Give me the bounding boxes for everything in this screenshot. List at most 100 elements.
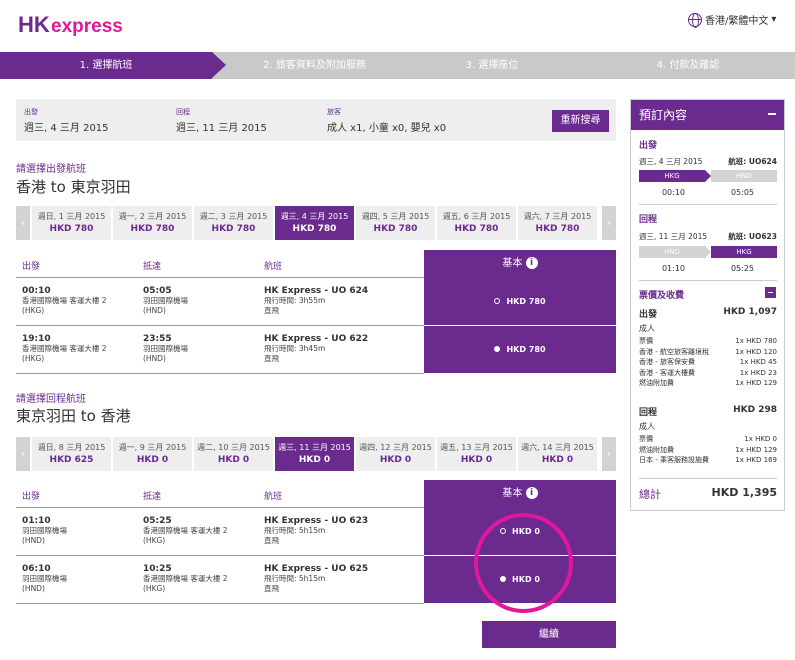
arr-time: 05:25 xyxy=(143,516,172,526)
date-price: HKD 780 xyxy=(49,224,94,234)
summary-out-times: 00:10 05:05 xyxy=(639,188,777,197)
dep-code: (HND) xyxy=(22,536,45,545)
fees-collapse-icon[interactable] xyxy=(765,287,776,298)
time-dep: 00:10 xyxy=(661,188,686,197)
fare-option[interactable]: HKD 780 xyxy=(424,278,616,326)
summary-ret-date-line: 週三, 11 三月 2015 航班: UO623 xyxy=(639,231,777,242)
outbound-route: 香港 to 東京羽田 xyxy=(16,178,131,196)
divider xyxy=(639,280,777,281)
date-label: 週四, 12 三月 2015 xyxy=(359,443,432,452)
col-basic-fare: 基本 i xyxy=(424,480,616,508)
prev-dates-button[interactable]: ‹ xyxy=(16,437,30,471)
time-arr: 05:05 xyxy=(730,188,755,197)
date-price: HKD 0 xyxy=(298,455,331,465)
date-price: HKD 780 xyxy=(292,224,337,234)
basic-label: 基本 xyxy=(502,258,523,269)
outbound-title: 請選擇出發航班 xyxy=(16,164,86,175)
table-header: 出發 抵達 航班 基本 i xyxy=(16,250,616,278)
ret-fees-list: 票價 1x HKD 0 燃油附加費 1x HKD 129 日本 - 乘客服務設施費 1… xyxy=(639,434,777,466)
globe-icon xyxy=(688,12,702,28)
outbound-date-cell[interactable]: 週四, 5 三月 2015 HKD 780 xyxy=(356,206,435,240)
outbound-date-cell[interactable]: 週二, 3 三月 2015 HKD 780 xyxy=(194,206,273,240)
dep-code: (HKG) xyxy=(22,306,45,315)
summary-out-title: 出發 xyxy=(639,141,658,151)
flight-label: 航班: xyxy=(728,232,747,241)
fee-line: 燃油附加費 1x HKD 129 xyxy=(639,445,777,454)
date-label: 週二, 10 三月 2015 xyxy=(197,443,270,452)
language-selector[interactable]: 香港/繁體中文 ▾ xyxy=(688,12,777,28)
fee-line: 票價 1x HKD 780 xyxy=(639,337,777,345)
summary-out-route: HKG HND xyxy=(639,170,777,182)
info-icon[interactable]: i xyxy=(525,257,538,269)
flight-number: HK Express - UO 624 xyxy=(264,286,369,296)
search-depart-value: 週三, 4 三月 2015 xyxy=(24,123,109,134)
outbound-date-cell-selected[interactable]: 週三, 4 三月 2015 HKD 780 xyxy=(275,206,354,240)
summary-out-flight: UO624 xyxy=(748,157,777,166)
col-arrive: 抵達 xyxy=(143,262,162,272)
summary-out-date: 週三, 4 三月 2015 xyxy=(639,157,703,166)
inbound-date-cell[interactable]: 週五, 13 三月 2015 HKD 0 xyxy=(437,437,516,471)
research-button[interactable]: 重新搜尋 xyxy=(552,110,609,132)
subtotal-value: HKD 1,097 xyxy=(723,307,777,317)
date-label: 週三, 11 三月 2015 xyxy=(278,443,351,452)
fee-line: 日本 - 乘客服務設施費 1x HKD 169 xyxy=(639,456,777,464)
inbound-date-cell[interactable]: 週四, 12 三月 2015 HKD 0 xyxy=(356,437,435,471)
step-select-seat: 3. 選擇座位 xyxy=(465,60,519,71)
search-depart: 出發 週三, 4 三月 2015 xyxy=(24,107,109,134)
time-dep: 01:10 xyxy=(661,264,686,273)
info-icon[interactable]: i xyxy=(525,487,538,499)
prev-dates-button[interactable]: ‹ xyxy=(16,206,30,240)
highlight-circle-annotation xyxy=(474,513,573,613)
collapse-icon[interactable] xyxy=(768,113,776,115)
next-dates-button[interactable]: › xyxy=(602,206,616,240)
col-depart: 出發 xyxy=(22,492,41,502)
date-label: 週三, 4 三月 2015 xyxy=(280,212,349,221)
date-label: 週六, 14 三月 2015 xyxy=(521,443,594,452)
caret-down-icon: ▾ xyxy=(771,14,777,25)
fee-line: 燃油附加費 1x HKD 129 xyxy=(639,379,777,387)
inbound-date-cell[interactable]: 週六, 14 三月 2015 HKD 0 xyxy=(518,437,597,471)
search-depart-label: 出發 xyxy=(24,108,38,116)
date-label: 週日, 1 三月 2015 xyxy=(37,212,106,221)
inbound-title: 請選擇回程航班 xyxy=(16,394,86,405)
fare-option-selected[interactable]: HKD 780 xyxy=(424,326,616,374)
col-flight: 航班 xyxy=(264,492,283,502)
outbound-date-cell[interactable]: 週六, 7 三月 2015 HKD 780 xyxy=(518,206,597,240)
step-passenger-details: 2. 旅客資料及附加服務 xyxy=(263,60,366,71)
out-pax: 成人 xyxy=(639,324,655,333)
date-price: HKD 0 xyxy=(136,455,169,465)
date-label: 週四, 5 三月 2015 xyxy=(361,212,430,221)
date-label: 週日, 8 三月 2015 xyxy=(37,443,106,452)
out-fees-list: 票價 1x HKD 780 香港 - 航空旅客離境稅 1x HKD 120 香港 -… xyxy=(639,336,777,389)
inbound-date-cell[interactable]: 週一, 9 三月 2015 HKD 0 xyxy=(113,437,192,471)
date-price: HKD 0 xyxy=(217,455,250,465)
search-summary: 出發 週三, 4 三月 2015 回程 週三, 11 三月 2015 旅客 成人… xyxy=(16,99,616,141)
col-arrive: 抵達 xyxy=(143,492,162,502)
step-arrow xyxy=(212,52,226,78)
date-price: HKD 780 xyxy=(454,224,499,234)
hkexpress-logo[interactable]: HK express xyxy=(18,10,123,40)
search-passengers: 旅客 成人 x1, 小童 x0, 嬰兒 x0 xyxy=(327,107,446,134)
inbound-date-cell-selected[interactable]: 週三, 11 三月 2015 HKD 0 xyxy=(275,437,354,471)
route-from: HND xyxy=(639,246,705,258)
radio-icon[interactable] xyxy=(494,297,501,304)
summary-out-date-line: 週三, 4 三月 2015 航班: UO624 xyxy=(639,156,777,167)
inbound-date-cell[interactable]: 週日, 8 三月 2015 HKD 625 xyxy=(32,437,111,471)
col-flight: 航班 xyxy=(264,262,283,272)
date-price: HKD 0 xyxy=(460,455,493,465)
outbound-date-cell[interactable]: 週一, 2 三月 2015 HKD 780 xyxy=(113,206,192,240)
radio-selected-icon[interactable] xyxy=(494,345,501,352)
date-label: 週六, 7 三月 2015 xyxy=(523,212,592,221)
inbound-date-cell[interactable]: 週二, 10 三月 2015 HKD 0 xyxy=(194,437,273,471)
continue-button[interactable]: 繼續 xyxy=(482,621,616,648)
summary-header[interactable]: 預訂內容 xyxy=(631,100,784,130)
step-payment: 4. 付款及確認 xyxy=(656,60,720,71)
next-dates-button[interactable]: › xyxy=(602,437,616,471)
arr-place: 香港國際機場 客運大樓 2 xyxy=(143,574,228,583)
search-return-value: 週三, 11 三月 2015 xyxy=(176,123,267,134)
date-price: HKD 780 xyxy=(535,224,580,234)
flight-duration: 飛行時間: 3h45m xyxy=(264,344,326,353)
progress-steps: 1. 選擇航班 2. 旅客資料及附加服務 3. 選擇座位 4. 付款及確認 xyxy=(0,52,795,79)
outbound-date-cell[interactable]: 週五, 6 三月 2015 HKD 780 xyxy=(437,206,516,240)
outbound-date-cell[interactable]: 週日, 1 三月 2015 HKD 780 xyxy=(32,206,111,240)
